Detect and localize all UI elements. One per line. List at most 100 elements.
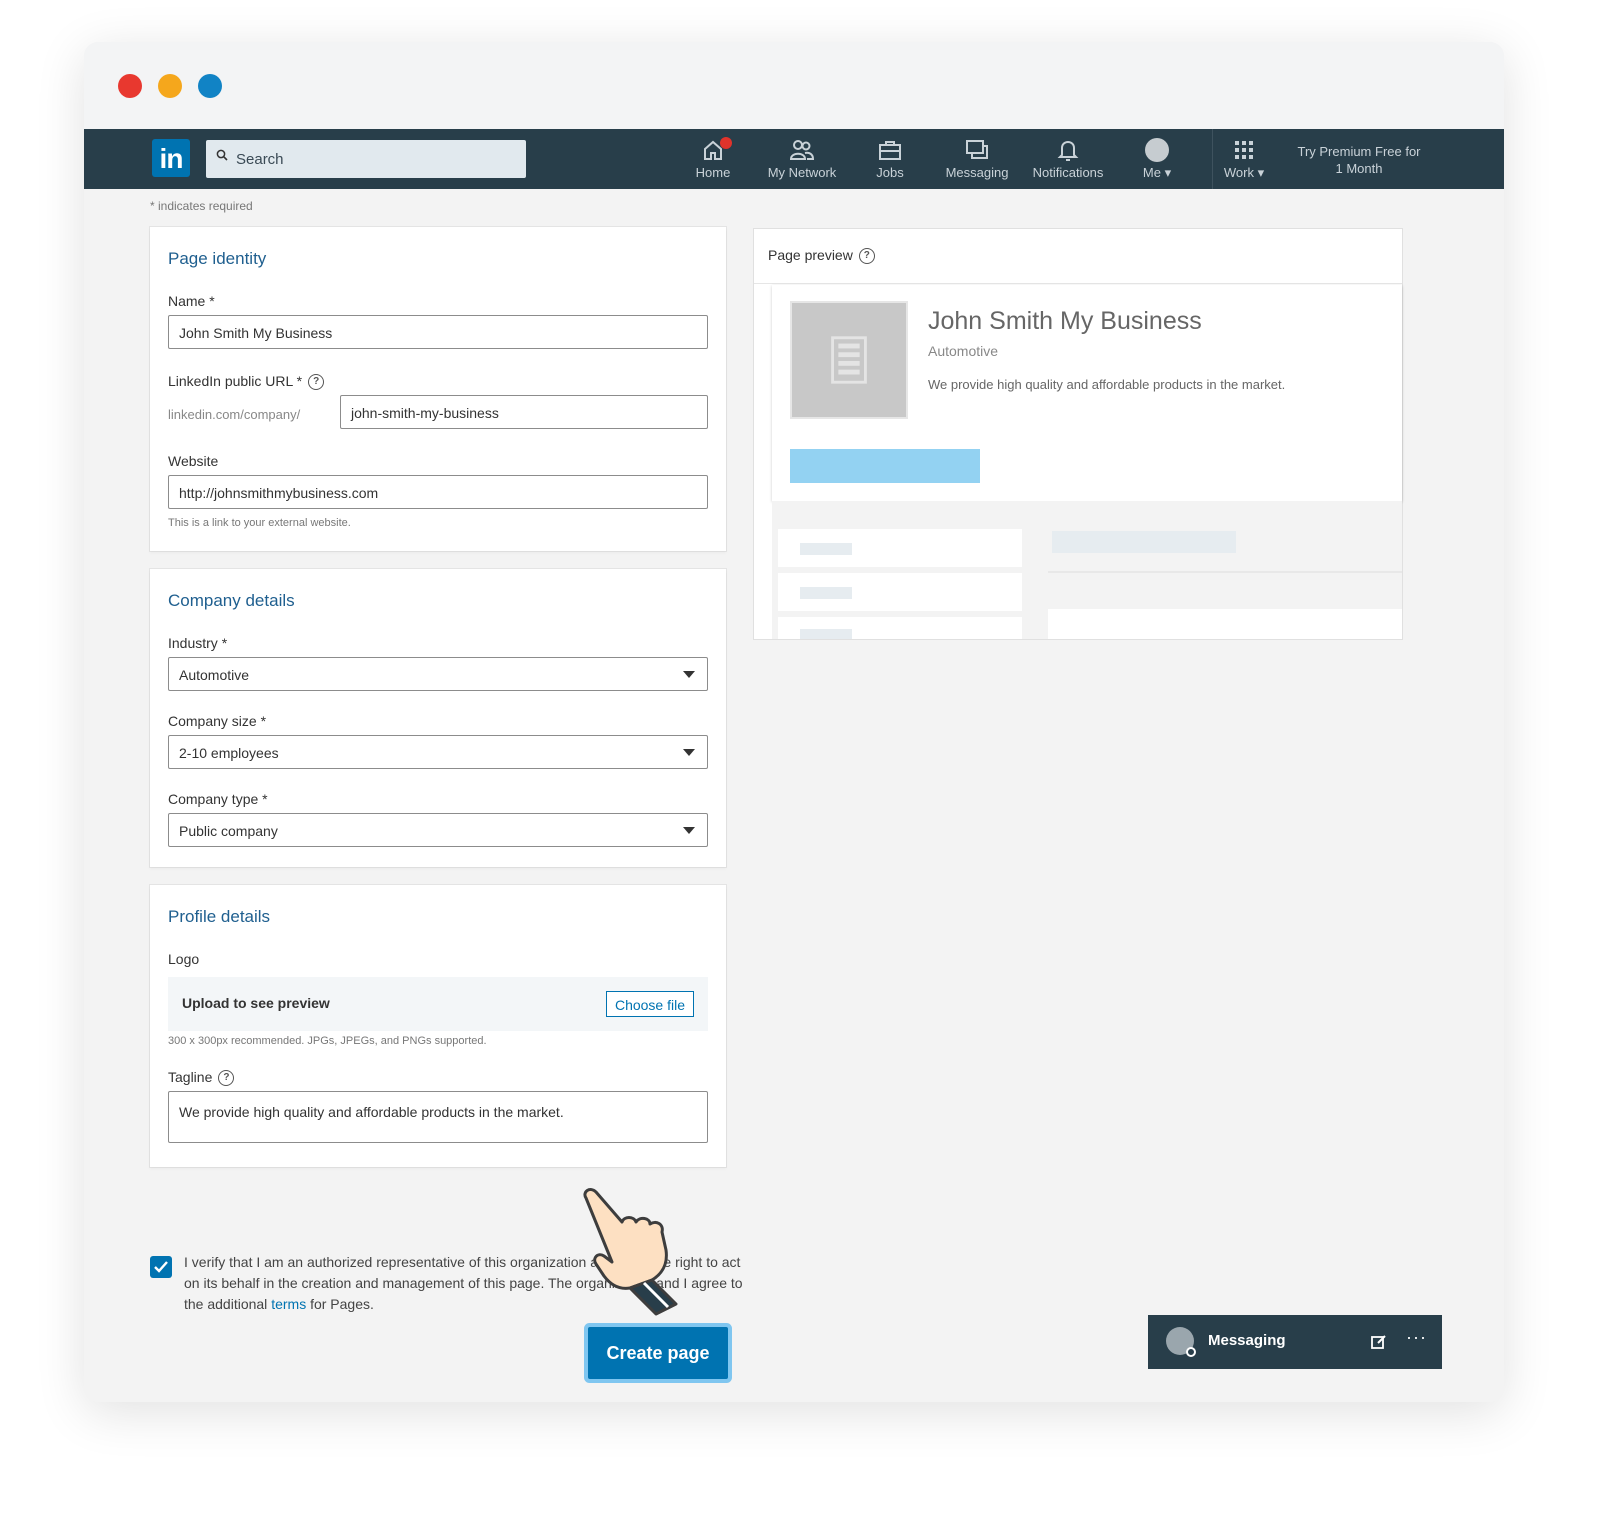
avatar-icon [1145, 138, 1169, 162]
page-identity-title: Page identity [168, 249, 267, 268]
industry-value: Automotive [179, 667, 250, 683]
skeleton-bar [1052, 531, 1236, 553]
skeleton-line [1048, 571, 1402, 573]
nav-jobs[interactable]: Jobs [870, 137, 910, 185]
dropdown-arrow-icon [683, 827, 695, 834]
chevron-down-icon: ▾ [1164, 165, 1172, 180]
compose-icon[interactable] [1370, 1333, 1388, 1351]
help-icon[interactable]: ? [308, 374, 325, 391]
search-input[interactable] [236, 140, 516, 178]
skeleton-bar [800, 543, 852, 555]
help-icon[interactable]: ? [858, 248, 875, 265]
profile-details-title: Profile details [168, 907, 271, 926]
website-hint: This is a link to your external website. [168, 517, 351, 529]
required-asterisk: * [221, 635, 228, 651]
logo-label: Logo [168, 951, 200, 967]
company-size-label: Company size * [168, 713, 267, 729]
verify-checkbox[interactable] [150, 1256, 172, 1278]
tagline-field[interactable]: We provide high quality and affordable p… [168, 1091, 708, 1143]
nav-messaging-label: Messaging [945, 165, 1009, 180]
dropdown-arrow-icon [683, 671, 695, 678]
more-options-icon[interactable]: ··· [1406, 1327, 1427, 1348]
nav-notifications-label: Notifications [1032, 165, 1104, 180]
nav-home[interactable]: Home [688, 137, 738, 185]
page-preview-title: Page preview? [768, 247, 875, 265]
create-page-button[interactable]: Create page [588, 1327, 728, 1379]
nav-messaging[interactable]: Messaging [944, 137, 1010, 185]
pointing-hand-icon [583, 1188, 678, 1316]
browser-window: in Home My Network [84, 42, 1504, 1402]
main-content: * indicates required Page identity Name … [84, 189, 1504, 1402]
name-label: Name * [168, 293, 215, 309]
website-field[interactable]: http://johnsmithmybusiness.com [168, 475, 708, 509]
nav-home-label: Home [695, 165, 731, 180]
logo-placeholder [790, 301, 908, 419]
help-icon[interactable]: ? [218, 1070, 235, 1087]
logo-upload-area: Upload to see preview Choose file [168, 977, 708, 1031]
required-asterisk: * [262, 791, 268, 807]
industry-label: Industry * [168, 635, 228, 651]
dropdown-arrow-icon [683, 749, 695, 756]
choose-file-button[interactable]: Choose file [605, 991, 694, 1017]
messaging-bar[interactable]: Messaging ··· [1148, 1315, 1442, 1369]
top-navbar: in Home My Network [84, 129, 1504, 189]
company-type-value: Public company [179, 823, 278, 839]
preview-company-card: John Smith My Business Automotive We pro… [772, 285, 1402, 501]
people-icon [789, 140, 815, 160]
preview-skeleton-area [772, 501, 1402, 639]
company-type-label: Company type * [168, 791, 268, 807]
company-size-select[interactable]: 2-10 employees [168, 735, 708, 769]
nav-me[interactable]: Me ▾ [1136, 137, 1178, 185]
url-label: LinkedIn public URL *? [168, 373, 325, 391]
notification-badge [720, 137, 732, 149]
nav-my-network[interactable]: My Network [760, 137, 844, 185]
company-details-title: Company details [168, 591, 295, 610]
search-icon [216, 149, 228, 161]
nav-work[interactable]: Work ▾ [1216, 137, 1272, 185]
nav-me-label: Me ▾ [1142, 165, 1172, 180]
tagline-label: Tagline? [168, 1069, 235, 1087]
nav-work-label: Work ▾ [1223, 165, 1265, 180]
preview-follow-button-placeholder [790, 449, 980, 483]
skeleton-bar [800, 629, 852, 639]
checkmark-icon [154, 1261, 168, 1273]
industry-select[interactable]: Automotive [168, 657, 708, 691]
terms-link[interactable]: terms [271, 1296, 306, 1312]
url-prefix: linkedin.com/company/ [168, 407, 301, 422]
name-field[interactable]: John Smith My Business [168, 315, 708, 349]
company-details-card: Company details Industry * Automotive Co… [150, 569, 726, 867]
page-identity-card: Page identity Name * John Smith My Busin… [150, 227, 726, 551]
preview-divider [754, 283, 1402, 284]
url-field[interactable]: john-smith-my-business [340, 395, 708, 429]
skeleton-bar [800, 587, 852, 599]
minimize-window-button[interactable] [158, 74, 182, 98]
preview-industry: Automotive [928, 343, 999, 359]
grid-icon [1235, 141, 1253, 159]
nav-jobs-label: Jobs [876, 165, 904, 180]
chevron-down-icon: ▾ [1257, 165, 1265, 180]
close-window-button[interactable] [118, 74, 142, 98]
logo-hint: 300 x 300px recommended. JPGs, JPEGs, an… [168, 1035, 487, 1047]
skeleton-row [1048, 609, 1402, 639]
building-icon [831, 336, 867, 384]
required-note: * indicates required [150, 199, 253, 213]
preview-tagline: We provide high quality and affordable p… [928, 377, 1286, 392]
search-box[interactable] [206, 140, 526, 178]
try-premium-link[interactable]: Try Premium Free for 1 Month [1294, 143, 1424, 177]
maximize-window-button[interactable] [198, 74, 222, 98]
company-size-value: 2-10 employees [179, 745, 279, 761]
required-asterisk: * [209, 293, 215, 309]
messaging-label: Messaging [1208, 1332, 1286, 1349]
bell-icon [1057, 140, 1079, 161]
required-asterisk: * [260, 713, 267, 729]
nav-my-network-label: My Network [767, 165, 837, 180]
linkedin-logo[interactable]: in [152, 139, 190, 177]
briefcase-icon [879, 141, 901, 160]
website-label: Website [168, 453, 219, 469]
window-titlebar [84, 42, 1504, 129]
nav-notifications[interactable]: Notifications [1028, 137, 1108, 185]
company-type-select[interactable]: Public company [168, 813, 708, 847]
upload-prompt: Upload to see preview [182, 995, 330, 1011]
preview-company-name: John Smith My Business [928, 307, 1202, 335]
chat-icon [966, 140, 988, 159]
